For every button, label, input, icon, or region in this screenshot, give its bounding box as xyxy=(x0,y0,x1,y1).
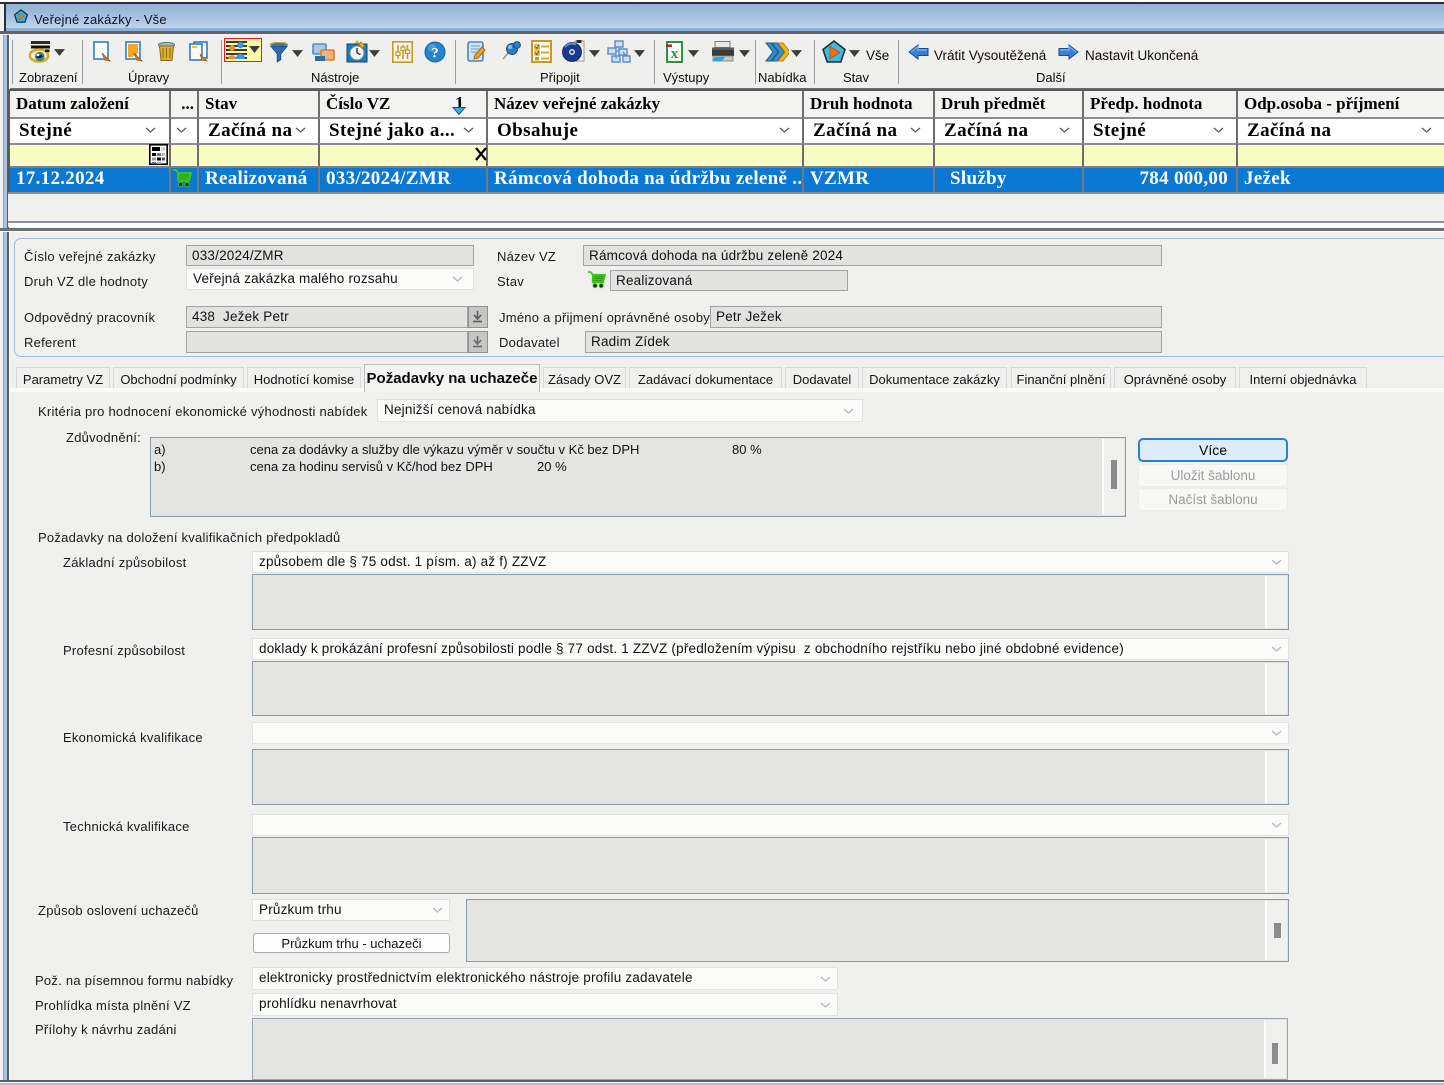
svg-text:?: ? xyxy=(431,46,439,62)
svg-text:x: x xyxy=(671,46,679,62)
